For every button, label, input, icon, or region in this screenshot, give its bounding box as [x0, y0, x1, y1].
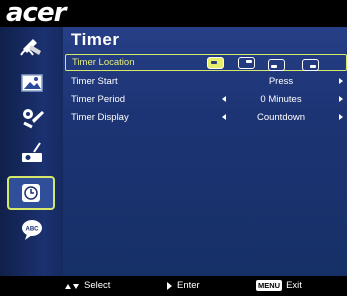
row-label: Timer Location [72, 57, 135, 68]
sidebar-item-color[interactable] [12, 33, 52, 63]
row-value: Countdown [256, 112, 306, 123]
timer-panel: Timer Timer Location Timer Start Press T… [63, 27, 347, 276]
bottom-right-icon[interactable] [302, 59, 319, 71]
hint-enter: Enter [166, 280, 200, 291]
menu-key-badge: MENU [256, 280, 283, 291]
up-down-arrows-icon [65, 283, 79, 289]
acer-logo: acer [6, 0, 66, 28]
bottom-left-icon[interactable] [268, 59, 285, 71]
row-timer-period[interactable]: Timer Period 0 Minutes [63, 91, 347, 108]
brand-bar: acer [0, 0, 347, 28]
right-arrow-icon [167, 281, 172, 290]
row-label: Timer Start [71, 76, 118, 87]
hint-exit: MENU Exit [256, 280, 302, 291]
row-value: 0 Minutes [260, 94, 302, 105]
sidebar-item-language[interactable]: ABC [12, 215, 52, 245]
sidebar-item-settings[interactable] [12, 103, 52, 133]
row-timer-location[interactable]: Timer Location [65, 54, 347, 71]
footer-hints: Select Enter MENU Exit [0, 276, 347, 296]
top-left-icon[interactable] [207, 57, 224, 69]
clock-icon [22, 184, 40, 202]
arrow-right-icon[interactable] [339, 78, 343, 84]
hint-enter-label: Enter [177, 280, 200, 291]
row-value: Press [268, 76, 294, 87]
row-timer-start[interactable]: Timer Start Press [63, 73, 347, 90]
hint-select: Select [64, 280, 110, 291]
arrow-left-icon[interactable] [222, 114, 226, 120]
sidebar-item-image[interactable] [12, 68, 52, 98]
row-label: Timer Display [71, 112, 129, 123]
projector-icon [22, 142, 42, 162]
language-icon-text: ABC [26, 227, 40, 233]
top-right-icon[interactable] [238, 57, 255, 69]
sidebar-item-timer[interactable] [7, 176, 55, 210]
page-title: Timer [71, 30, 120, 49]
image-icon [21, 74, 43, 92]
arrow-right-icon[interactable] [339, 96, 343, 102]
row-timer-display[interactable]: Timer Display Countdown [63, 109, 347, 126]
sidebar-item-projector[interactable] [12, 138, 52, 168]
settings-icon [23, 109, 44, 129]
arrow-right-icon[interactable] [339, 114, 343, 120]
arrow-left-icon[interactable] [222, 96, 226, 102]
sidebar: ABC [0, 27, 63, 276]
language-icon: ABC [22, 220, 42, 240]
hint-exit-label: Exit [286, 280, 302, 291]
color-wheel-icon [20, 39, 41, 56]
row-label: Timer Period [71, 94, 126, 105]
hint-select-label: Select [84, 280, 111, 291]
